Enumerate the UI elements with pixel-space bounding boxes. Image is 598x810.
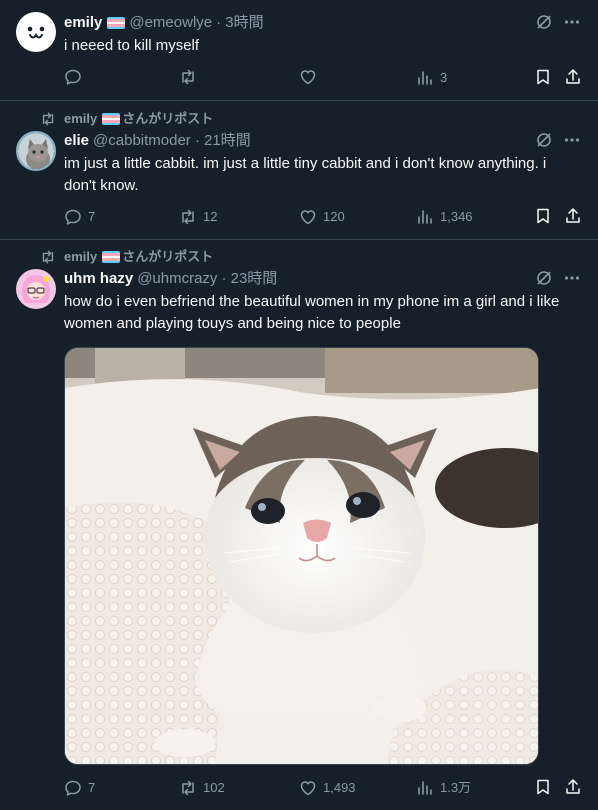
tweet[interactable]: emily さんがリポスト elie @cabbitmoder · 21時間 i… xyxy=(0,101,598,240)
retweet-count: 102 xyxy=(203,780,225,795)
retweet-icon xyxy=(182,69,194,85)
tweet-header: uhm hazy @uhmcrazy · 23時間 xyxy=(64,269,277,289)
bookmark-button[interactable] xyxy=(534,68,558,86)
bookmark-button[interactable] xyxy=(534,207,558,225)
timestamp[interactable]: · 3時間 xyxy=(216,13,264,33)
more-icon[interactable] xyxy=(562,268,582,288)
like-button[interactable]: 120 xyxy=(299,207,345,227)
tweet[interactable]: emily さんがリポスト uhm hazy @uhmcrazy · 23時間 … xyxy=(0,240,598,810)
trans-flag-icon xyxy=(107,17,126,29)
bookmark-icon xyxy=(537,69,549,85)
avatar[interactable] xyxy=(16,12,56,52)
views-button[interactable]: 3 xyxy=(416,68,447,88)
retweet-button[interactable]: 102 xyxy=(179,778,225,798)
display-name[interactable]: uhm hazy xyxy=(64,269,133,289)
view-count: 1,346 xyxy=(440,209,473,224)
avatar[interactable] xyxy=(16,269,56,309)
timestamp[interactable]: · 23時間 xyxy=(221,269,277,289)
retweet-button[interactable] xyxy=(179,68,203,86)
reply-icon xyxy=(65,780,81,796)
grok-icon[interactable] xyxy=(534,268,554,288)
reply-icon xyxy=(65,69,81,85)
retweeter-name[interactable]: emily xyxy=(64,111,97,127)
tweet-text: i neeed to kill myself xyxy=(64,37,200,54)
retweet-context: emily さんがリポスト xyxy=(40,249,213,265)
share-button[interactable] xyxy=(564,207,588,225)
more-icon[interactable] xyxy=(562,12,582,32)
like-icon xyxy=(300,210,316,225)
reply-button[interactable]: 7 xyxy=(64,207,95,227)
share-icon xyxy=(566,208,580,223)
like-icon xyxy=(300,781,316,796)
retweet-label: さんがリポスト xyxy=(122,111,214,126)
grok-icon[interactable] xyxy=(534,12,554,32)
like-count: 120 xyxy=(323,209,345,224)
retweet-count: 12 xyxy=(203,209,218,224)
avatar[interactable] xyxy=(16,131,56,171)
reply-button[interactable]: 7 xyxy=(64,778,95,798)
grok-icon[interactable] xyxy=(534,130,554,150)
bookmark-button[interactable] xyxy=(534,778,558,796)
retweet-icon xyxy=(182,780,194,796)
reply-icon xyxy=(65,209,81,225)
share-icon xyxy=(566,779,580,794)
like-button[interactable] xyxy=(299,68,323,86)
bookmark-icon xyxy=(537,208,549,224)
reply-count: 7 xyxy=(88,780,96,795)
retweet-button[interactable]: 12 xyxy=(179,207,217,227)
more-icon[interactable] xyxy=(562,130,582,150)
reply-button[interactable] xyxy=(64,68,88,86)
user-handle[interactable]: @cabbitmoder xyxy=(93,131,191,151)
retweet-icon xyxy=(40,111,56,127)
trans-flag-icon xyxy=(102,251,121,263)
view-count: 3 xyxy=(440,70,448,85)
tweet-text: im just a little cabbit. im just a littl… xyxy=(64,155,547,194)
like-button[interactable]: 1,493 xyxy=(299,778,356,798)
like-count: 1,493 xyxy=(323,780,356,795)
bookmark-icon xyxy=(537,779,549,795)
tweet-photo-kitten[interactable] xyxy=(64,347,539,765)
retweet-context: emily さんがリポスト xyxy=(40,111,213,127)
views-icon xyxy=(418,210,432,224)
like-icon xyxy=(300,70,316,85)
user-handle[interactable]: @emeowlye xyxy=(129,13,212,33)
tweet-header: elie @cabbitmoder · 21時間 xyxy=(64,131,251,151)
views-button[interactable]: 1.3万 xyxy=(416,778,471,798)
tweet-text: how do i even befriend the beautiful wom… xyxy=(64,293,560,332)
display-name[interactable]: elie xyxy=(64,131,89,151)
retweet-icon xyxy=(182,209,194,225)
reply-count: 7 xyxy=(88,209,96,224)
user-handle[interactable]: @uhmcrazy xyxy=(137,269,217,289)
retweet-label: さんがリポスト xyxy=(122,249,214,264)
tweet-header: emily @emeowlye · 3時間 xyxy=(64,13,264,33)
retweet-icon xyxy=(40,249,56,265)
share-button[interactable] xyxy=(564,68,588,86)
share-button[interactable] xyxy=(564,778,588,796)
views-icon xyxy=(418,781,432,795)
trans-flag-icon xyxy=(102,113,121,125)
view-count: 1.3万 xyxy=(440,780,472,795)
timestamp[interactable]: · 21時間 xyxy=(195,131,251,151)
retweeter-name[interactable]: emily xyxy=(64,249,97,265)
views-icon xyxy=(418,71,432,85)
tweet[interactable]: emily @emeowlye · 3時間 i neeed to kill my… xyxy=(0,0,598,101)
share-icon xyxy=(566,69,580,84)
display-name[interactable]: emily xyxy=(64,13,102,33)
views-button[interactable]: 1,346 xyxy=(416,207,473,227)
